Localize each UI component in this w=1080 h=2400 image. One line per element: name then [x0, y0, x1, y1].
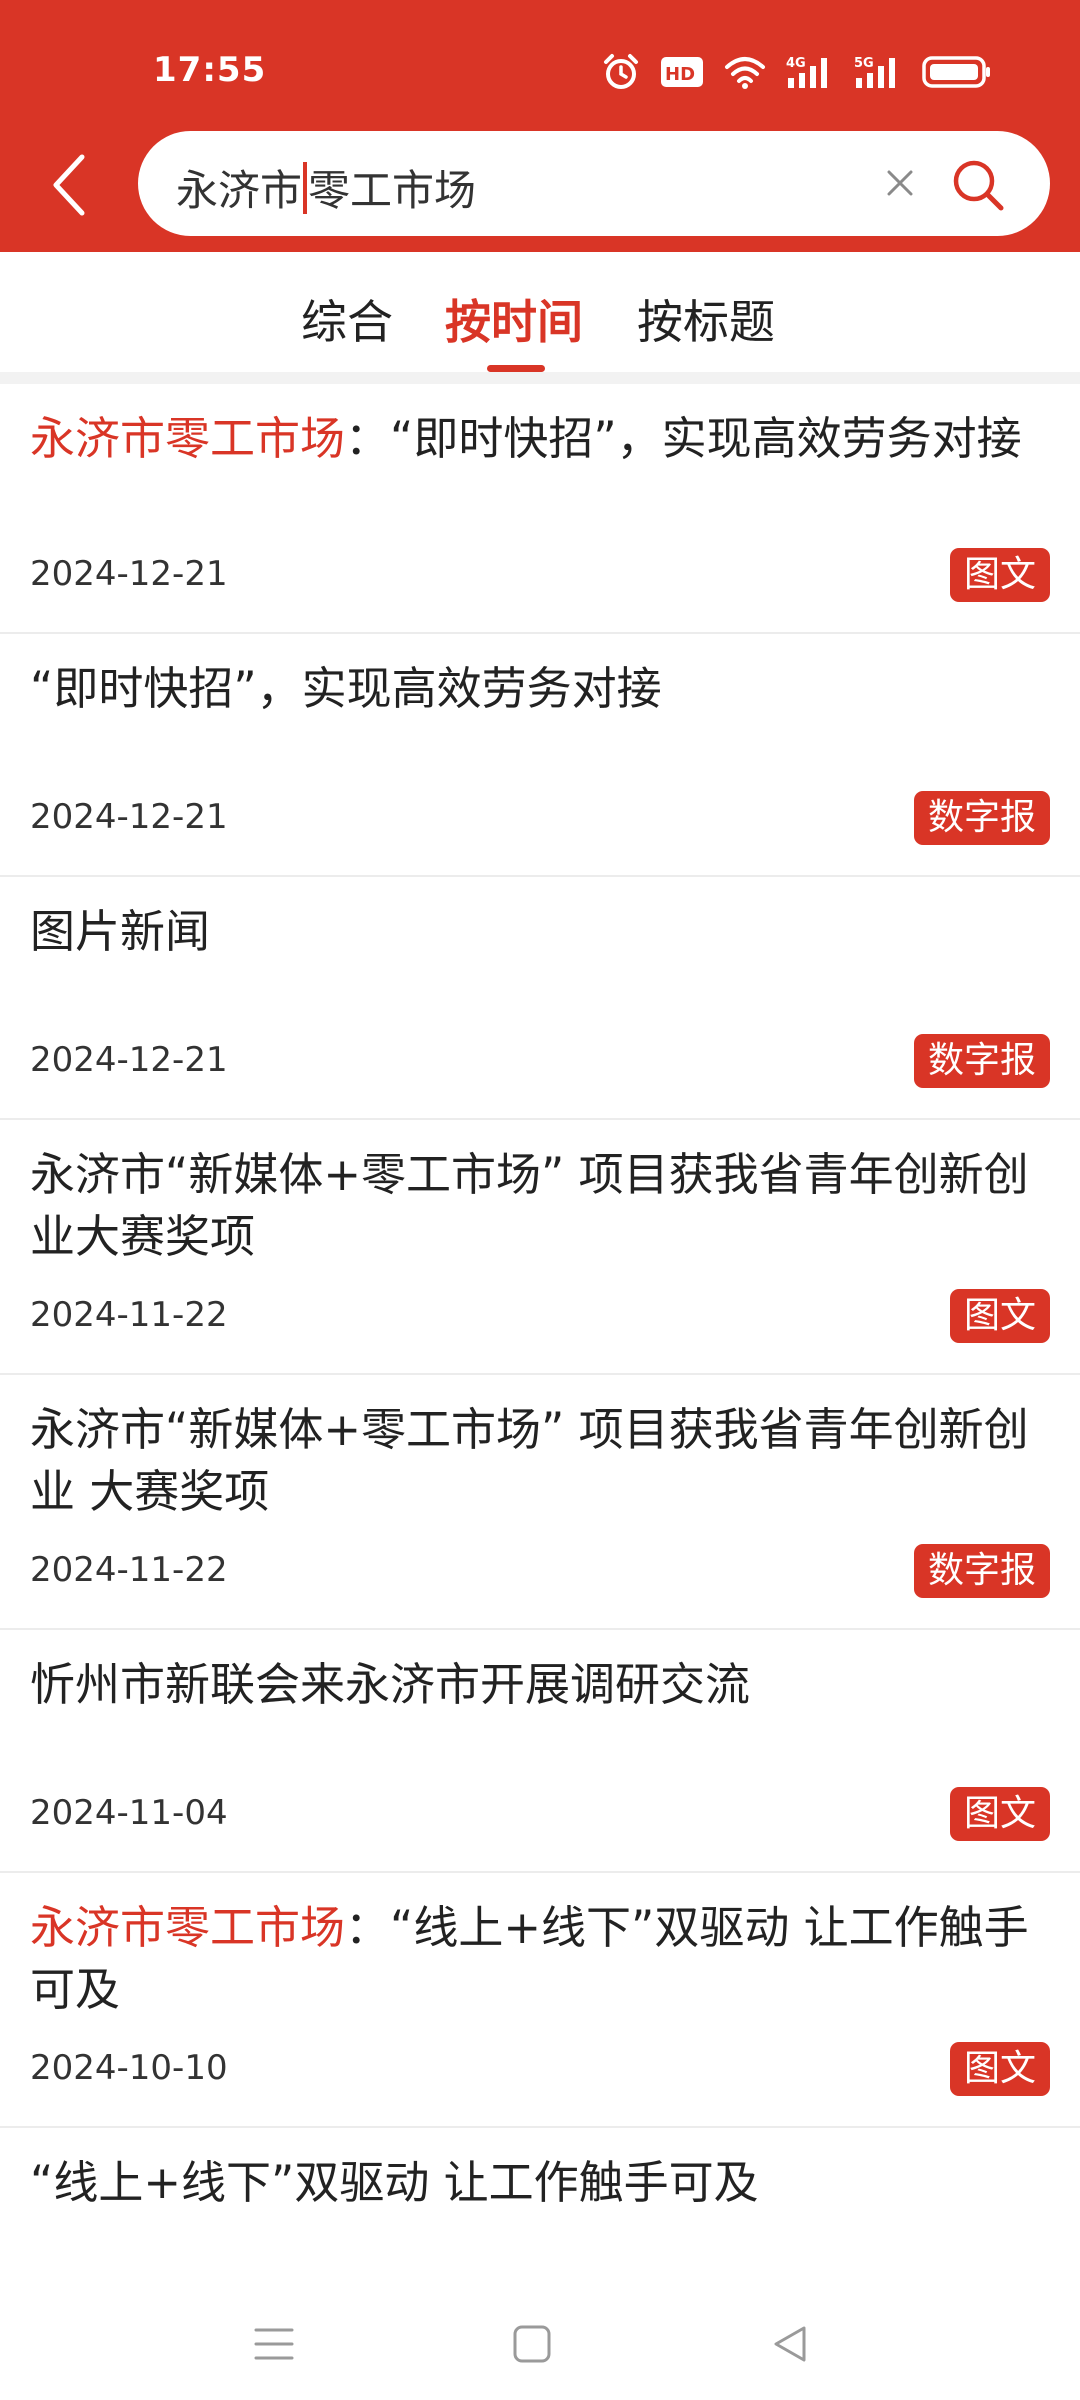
result-title: 忻州市新联会来永济市开展调研交流: [30, 1654, 1040, 1716]
result-title-text: 图片新闻: [30, 905, 211, 958]
net-5g-label: 5G: [854, 56, 874, 71]
chevron-left-icon: [53, 154, 85, 216]
result-title: “即时快招”，实现高效劳务对接: [30, 658, 1040, 720]
result-type-badge: 数字报: [913, 1034, 1050, 1088]
text-caret: [303, 161, 308, 214]
result-title: 永济市零工市场：“即时快招”，实现高效劳务对接: [30, 408, 1040, 470]
tabs-divider: [0, 372, 1080, 384]
result-type-badge: 数字报: [913, 1544, 1050, 1598]
menu-icon: [254, 2328, 294, 2360]
result-title: 永济市“新媒体+零工市场” 项目获我省青年创新创业 大赛奖项: [30, 1399, 1040, 1523]
result-item[interactable]: 忻州市新联会来永济市开展调研交流 2024-11-04 图文: [0, 1630, 1080, 1873]
back-triangle-icon: [774, 2326, 806, 2362]
result-date: 2024-10-10: [30, 2048, 228, 2088]
result-type-badge: 图文: [949, 1289, 1050, 1343]
recent-apps-button[interactable]: [244, 2314, 304, 2374]
tab-by-time[interactable]: 按时间: [445, 286, 583, 352]
tab-comprehensive[interactable]: 综合: [301, 286, 393, 352]
result-title-text: “线上+线下”双驱动 让工作触手可及: [30, 2156, 759, 2209]
status-time: 17:55: [153, 50, 267, 90]
result-title-text: ：“即时快招”，实现高效劳务对接: [345, 412, 1022, 465]
result-title: 永济市零工市场：“线上+线下”双驱动 让工作触手可及: [30, 1897, 1040, 2021]
hd-voice-icon: HD: [661, 57, 703, 87]
result-title: 图片新闻: [30, 901, 1040, 963]
result-type-badge: 图文: [949, 1787, 1050, 1841]
wifi-icon: [725, 57, 765, 89]
system-nav-bar: [0, 2280, 1080, 2400]
home-square-icon: [513, 2325, 551, 2363]
result-title-text: “即时快招”，实现高效劳务对接: [30, 662, 662, 715]
result-date: 2024-12-21: [30, 797, 228, 837]
result-item[interactable]: 永济市零工市场：“即时快招”，实现高效劳务对接 2024-12-21 图文: [0, 384, 1080, 634]
search-query[interactable]: 永济市 零工市场: [176, 157, 476, 218]
result-title-highlight: 永济市零工市场: [30, 1901, 346, 1954]
signal-5g-icon: 5G: [854, 56, 895, 88]
search-query-before-caret: 永济市: [176, 166, 303, 215]
result-title-text: 永济市“新媒体+零工市场” 项目获我省青年创新创业大赛奖项: [30, 1148, 1029, 1263]
result-title-highlight: 永济市零工市场: [30, 412, 346, 465]
app-header: 17:55 HD 4G 5G 永济市 零工市场: [0, 0, 1080, 252]
status-bar: 17:55 HD 4G 5G: [0, 0, 1080, 130]
result-type-badge: 图文: [949, 2042, 1050, 2096]
result-date: 2024-11-22: [30, 1550, 228, 1590]
net-4g-label: 4G: [786, 56, 806, 71]
result-title: 永济市“新媒体+零工市场” 项目获我省青年创新创业大赛奖项: [30, 1144, 1040, 1268]
home-button[interactable]: [502, 2314, 562, 2374]
result-type-badge: 数字报: [913, 791, 1050, 845]
result-date: 2024-12-21: [30, 1040, 228, 1080]
result-item[interactable]: “线上+线下”双驱动 让工作触手可及: [0, 2128, 1080, 2278]
search-input[interactable]: 永济市 零工市场: [138, 131, 1050, 236]
search-query-after-caret: 零工市场: [308, 166, 477, 215]
result-date: 2024-11-04: [30, 1793, 228, 1833]
result-item[interactable]: 永济市“新媒体+零工市场” 项目获我省青年创新创业大赛奖项 2024-11-22…: [0, 1120, 1080, 1375]
alarm-icon: [604, 54, 638, 89]
result-type-badge: 图文: [949, 548, 1050, 602]
sort-tabs: 综合 按时间 按标题: [0, 252, 1080, 372]
signal-4g-icon: 4G: [786, 56, 827, 88]
clear-search-button[interactable]: [878, 161, 922, 205]
result-title: “线上+线下”双驱动 让工作触手可及: [30, 2152, 1040, 2214]
search-icon: [953, 160, 1004, 211]
tab-by-title[interactable]: 按标题: [637, 286, 775, 352]
result-item[interactable]: 永济市零工市场：“线上+线下”双驱动 让工作触手可及 2024-10-10 图文: [0, 1873, 1080, 2128]
back-button[interactable]: [36, 150, 100, 220]
close-icon: [887, 170, 913, 196]
result-item[interactable]: “即时快招”，实现高效劳务对接 2024-12-21 数字报: [0, 634, 1080, 877]
result-date: 2024-11-22: [30, 1295, 228, 1335]
result-item[interactable]: 图片新闻 2024-12-21 数字报: [0, 877, 1080, 1120]
result-item[interactable]: 永济市“新媒体+零工市场” 项目获我省青年创新创业 大赛奖项 2024-11-2…: [0, 1375, 1080, 1630]
status-icons: HD 4G 5G: [602, 52, 992, 92]
hd-label: HD: [665, 64, 695, 85]
system-back-button[interactable]: [760, 2314, 820, 2374]
battery-icon: [922, 56, 990, 88]
result-date: 2024-12-21: [30, 554, 228, 594]
result-title-text: 永济市“新媒体+零工市场” 项目获我省青年创新创业 大赛奖项: [30, 1403, 1029, 1518]
search-button[interactable]: [946, 153, 1010, 217]
active-tab-indicator: [487, 365, 545, 372]
search-results-list: 永济市零工市场：“即时快招”，实现高效劳务对接 2024-12-21 图文 “即…: [0, 384, 1080, 2278]
result-title-text: 忻州市新联会来永济市开展调研交流: [30, 1658, 751, 1711]
